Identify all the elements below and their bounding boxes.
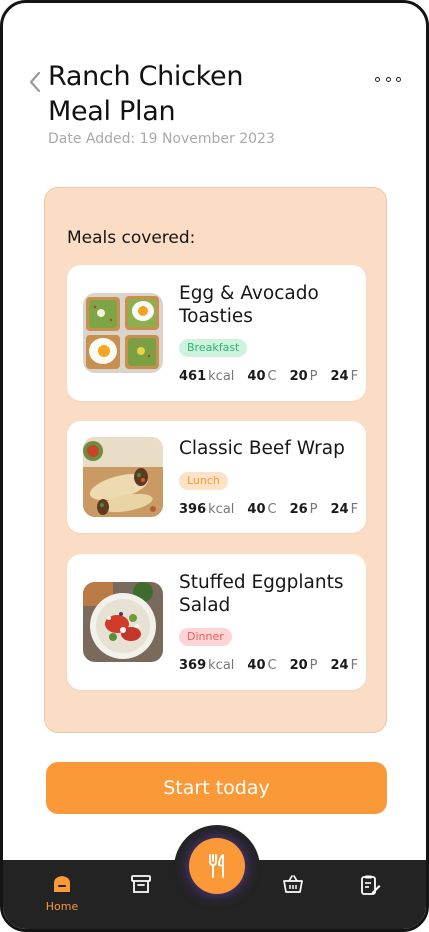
fat-value: 24 F — [331, 658, 359, 673]
page-title-line-2: Meal Plan — [48, 96, 176, 127]
meal-card-breakfast[interactable]: Egg & Avocado Toasties Breakfast 461 kcal… — [67, 265, 366, 401]
carbs-value: 40 C — [247, 502, 276, 517]
carbs-value: 40 C — [247, 369, 276, 384]
meal-card-dinner[interactable]: Stuffed Eggplants Salad Dinner 369 kcal 4… — [67, 554, 366, 690]
meal-macros: 461 kcal 40 C 20 P 24 F — [179, 369, 359, 384]
nav-item-basket[interactable] — [273, 874, 313, 914]
fat-unit: F — [350, 369, 359, 384]
carbs-number: 40 — [247, 369, 266, 384]
carbs-unit: C — [267, 658, 277, 673]
kcal-unit: kcal — [208, 658, 235, 673]
protein-unit: P — [309, 502, 318, 517]
meal-macros: 369 kcal 40 C 20 P 24 F — [179, 658, 359, 673]
kcal-value: 461 kcal — [179, 369, 234, 384]
kcal-number: 461 — [179, 369, 207, 384]
carbs-value: 40 C — [247, 658, 276, 673]
meal-plan-center-button[interactable] — [189, 838, 245, 894]
kcal-unit: kcal — [208, 369, 235, 384]
meals-covered-heading: Meals covered: — [67, 228, 196, 248]
kcal-number: 369 — [179, 658, 207, 673]
home-icon — [54, 876, 70, 892]
meal-image-egg-avocado-toasties — [83, 293, 163, 373]
page-title: Ranch Chicken Meal Plan — [48, 59, 348, 129]
basket-icon — [283, 875, 303, 893]
protein-number: 26 — [289, 502, 308, 517]
protein-value: 26 P — [290, 502, 318, 517]
kcal-value: 369 kcal — [179, 658, 234, 673]
chevron-left-icon — [29, 71, 41, 93]
more-options-button[interactable] — [375, 71, 401, 87]
clipboard-edit-icon — [361, 875, 381, 895]
fat-number: 24 — [330, 502, 349, 517]
phone-screen: Ranch Chicken Meal Plan Date Added: 19 N… — [0, 0, 429, 932]
fat-value: 24 F — [331, 502, 359, 517]
more-dot-icon — [385, 76, 391, 82]
meal-card-lunch[interactable]: Classic Beef Wrap Lunch 396 kcal 40 C 26 P … — [67, 421, 366, 533]
meal-name-line-1: Classic Beef Wrap — [179, 438, 345, 459]
carbs-number: 40 — [247, 502, 266, 517]
meal-type-badge: Dinner — [179, 628, 232, 646]
more-dot-icon — [396, 76, 401, 82]
nav-item-archive[interactable] — [121, 874, 161, 914]
meal-name: Stuffed Eggplants Salad — [179, 571, 354, 617]
meal-type-badge: Breakfast — [179, 339, 248, 357]
meal-name-line-1: Stuffed Eggplants — [179, 572, 344, 593]
fat-number: 24 — [330, 658, 349, 673]
fat-unit: F — [350, 658, 359, 673]
protein-number: 20 — [289, 658, 308, 673]
page-title-line-1: Ranch Chicken — [48, 61, 244, 92]
protein-unit: P — [309, 658, 318, 673]
date-added: Date Added: 19 November 2023 — [48, 131, 275, 147]
meal-macros: 396 kcal 40 C 26 P 24 F — [179, 502, 359, 517]
meal-name: Egg & Avocado Toasties — [179, 282, 354, 328]
protein-value: 20 P — [290, 369, 318, 384]
fork-knife-icon — [209, 854, 224, 878]
kcal-unit: kcal — [208, 502, 235, 517]
more-dot-icon — [375, 76, 380, 82]
back-button[interactable] — [25, 69, 45, 95]
meal-name-line-2: Salad — [179, 595, 231, 616]
protein-number: 20 — [289, 369, 308, 384]
nav-home-label: Home — [45, 900, 79, 913]
start-today-button[interactable]: Start today — [46, 762, 387, 814]
meal-name: Classic Beef Wrap — [179, 437, 354, 460]
carbs-number: 40 — [247, 658, 266, 673]
kcal-number: 396 — [179, 502, 207, 517]
kcal-value: 396 kcal — [179, 502, 234, 517]
meal-image-classic-beef-wrap — [83, 437, 163, 517]
fat-unit: F — [350, 502, 359, 517]
fat-number: 24 — [330, 369, 349, 384]
meals-covered-panel: Meals covered: Egg & Avocado Toasties Br… — [44, 187, 387, 733]
fat-value: 24 F — [331, 369, 359, 384]
carbs-unit: C — [267, 369, 277, 384]
protein-unit: P — [309, 369, 318, 384]
meal-name-line-1: Egg & Avocado — [179, 283, 319, 304]
carbs-unit: C — [267, 502, 277, 517]
archive-icon — [131, 875, 151, 893]
meal-name-line-2: Toasties — [179, 306, 253, 327]
nav-item-notes[interactable] — [350, 874, 390, 914]
nav-item-home[interactable]: Home — [42, 874, 82, 914]
meal-type-badge: Lunch — [179, 472, 228, 490]
meal-image-stuffed-eggplants-salad — [83, 582, 163, 662]
protein-value: 20 P — [290, 658, 318, 673]
